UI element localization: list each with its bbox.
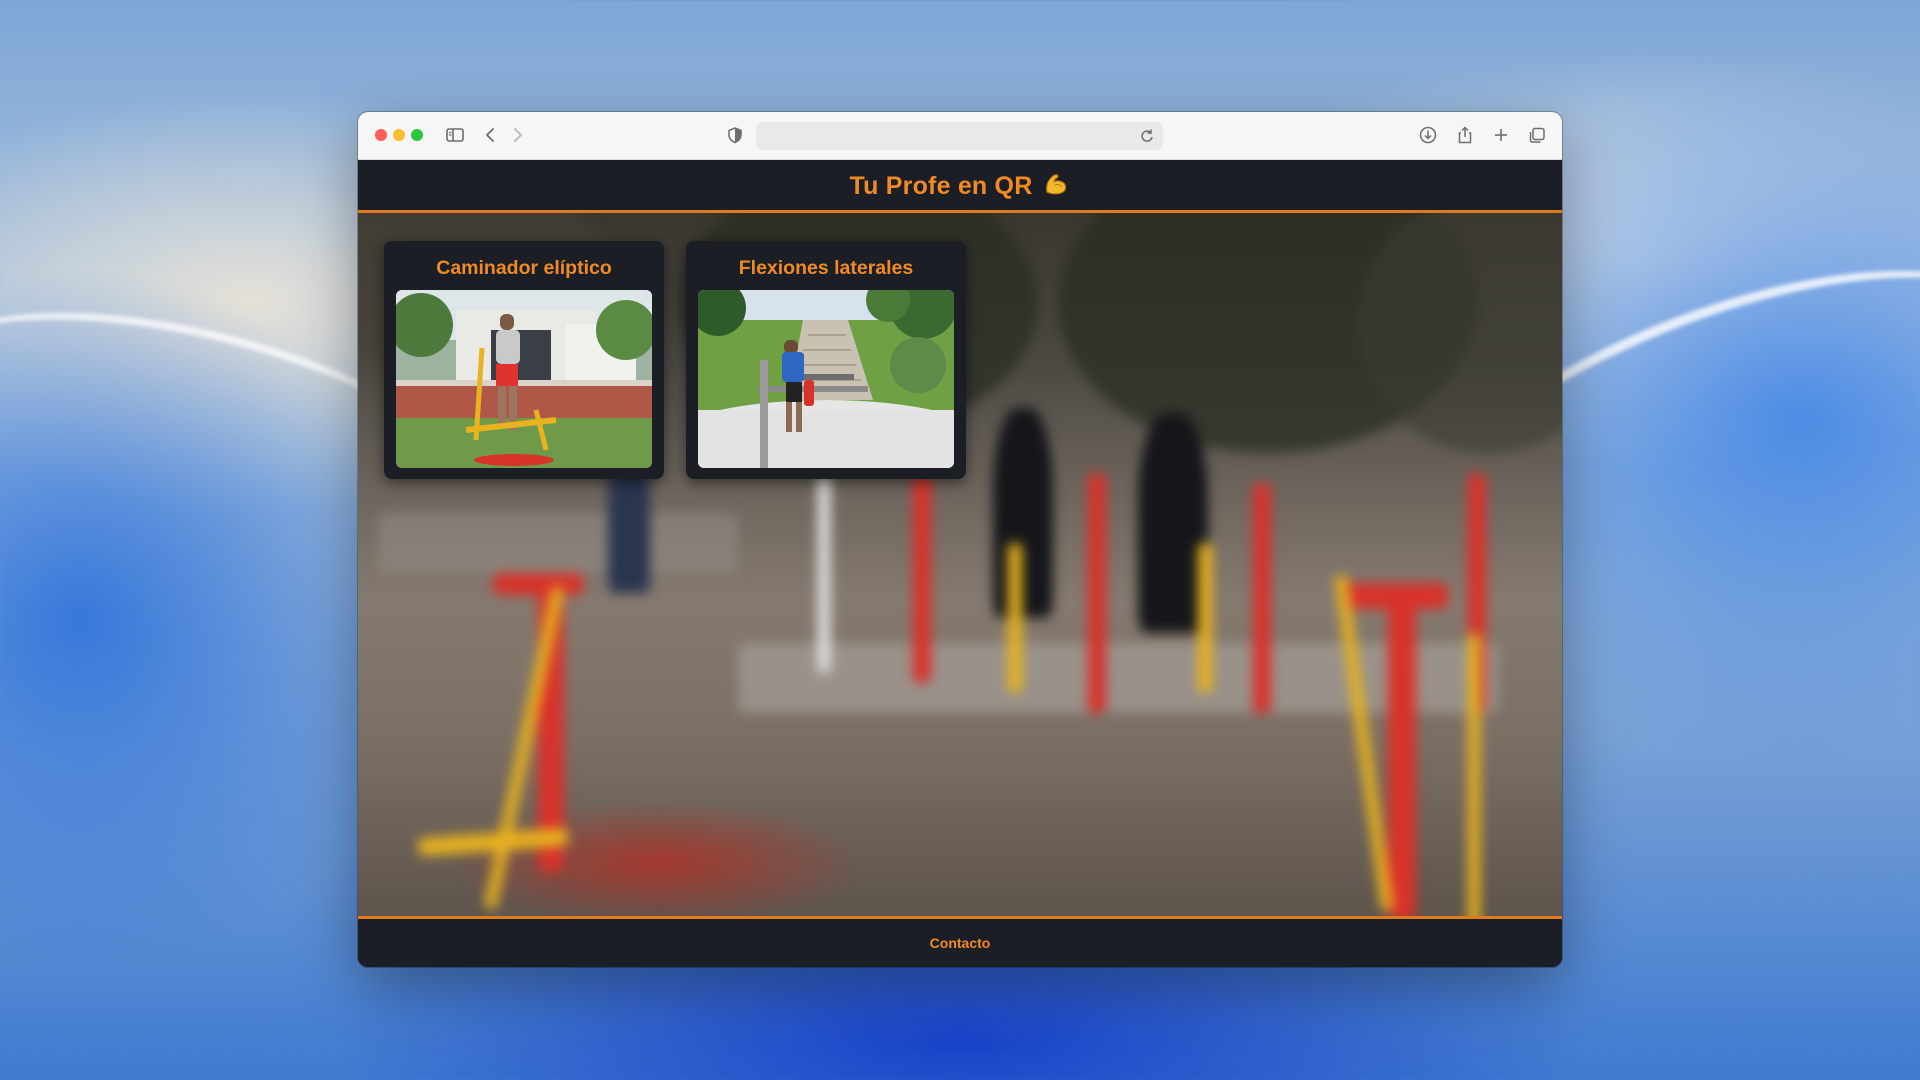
exercise-cards: Caminador elíptico Flexiones laterales: [384, 241, 966, 479]
site-header: Tu Profe en QR: [358, 160, 1562, 213]
browser-window: Tu Profe en QR Caminador elíptico Flexio…: [358, 112, 1562, 967]
exercise-card-caminador-eliptico[interactable]: Caminador elíptico: [384, 241, 664, 479]
lateral-flexions-photo[interactable]: [698, 290, 954, 468]
sidebar-icon[interactable]: [444, 124, 466, 146]
back-icon[interactable]: [482, 124, 498, 146]
exercise-card-title[interactable]: Caminador elíptico: [436, 257, 612, 281]
exercise-card-title[interactable]: Flexiones laterales: [739, 257, 914, 281]
shield-icon[interactable]: [726, 124, 744, 146]
site-title: Tu Profe en QR: [850, 170, 1071, 201]
reload-icon[interactable]: [1137, 125, 1157, 147]
address-bar[interactable]: [756, 122, 1163, 150]
share-icon[interactable]: [1454, 124, 1476, 146]
exercise-card-flexiones-laterales[interactable]: Flexiones laterales: [686, 241, 966, 479]
hero-background-photo: Caminador elíptico Flexiones laterales: [358, 213, 1562, 917]
site-footer: Contacto: [358, 916, 1562, 967]
download-icon[interactable]: [1417, 124, 1439, 146]
contact-link[interactable]: Contacto: [930, 935, 991, 951]
tabs-icon[interactable]: [1526, 124, 1548, 146]
plus-icon[interactable]: [1490, 124, 1512, 146]
forward-icon[interactable]: [510, 124, 526, 146]
browser-toolbar: [358, 112, 1562, 160]
close-window-button[interactable]: [375, 129, 387, 141]
web-page: Tu Profe en QR Caminador elíptico Flexio…: [358, 160, 1562, 967]
zoom-window-button[interactable]: [411, 129, 423, 141]
flexed-biceps-icon: [1042, 170, 1070, 198]
elliptical-walker-photo[interactable]: [396, 290, 652, 468]
minimize-window-button[interactable]: [393, 129, 405, 141]
